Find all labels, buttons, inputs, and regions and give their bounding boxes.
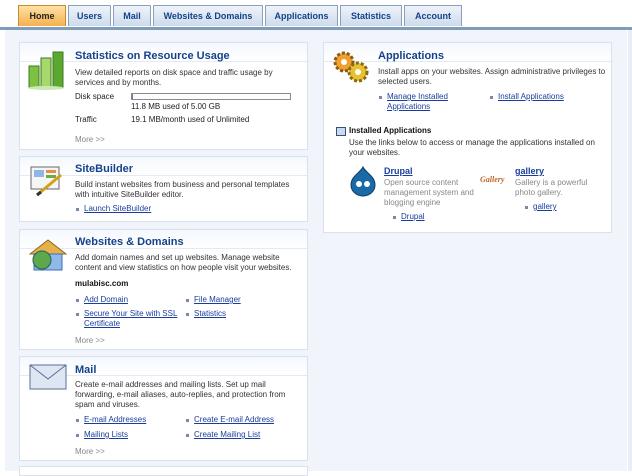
sitebuilder-icon [30, 166, 62, 197]
installed-applications-heading: Installed Applications [349, 126, 432, 135]
bullet-icon [186, 434, 189, 437]
statistics-description: View detailed reports on disk space and … [75, 68, 273, 87]
next-card-stub [19, 466, 308, 476]
statistics-more-link[interactable]: More >> [75, 135, 105, 144]
tab-websites-domains[interactable]: Websites & Domains [153, 5, 263, 26]
mail-more-link[interactable]: More >> [75, 447, 105, 456]
websites-domains-title: Websites & Domains [75, 236, 184, 248]
statistics-link[interactable]: Statistics [194, 309, 226, 319]
tab-applications[interactable]: Applications [265, 5, 338, 26]
tab-mail[interactable]: Mail [113, 5, 151, 26]
tab-statistics[interactable]: Statistics [340, 5, 402, 26]
mailing-lists-link[interactable]: Mailing Lists [84, 430, 128, 440]
installed-apps-icon [336, 127, 346, 136]
bullet-icon [76, 208, 79, 211]
applications-gears-icon [333, 51, 369, 83]
drupal-logo-icon [350, 165, 376, 197]
disk-space-value: 11.8 MB used of 5.00 GB [131, 102, 221, 111]
manage-installed-applications-link[interactable]: Manage Installed Applications [387, 92, 457, 112]
drupal-app-name-link[interactable]: Drupal [384, 166, 413, 176]
tab-account[interactable]: Account [404, 5, 462, 26]
disk-usage-progress-bar [131, 93, 291, 100]
bullet-icon [393, 216, 396, 219]
page-scrollbar[interactable] [628, 30, 632, 471]
file-manager-link[interactable]: File Manager [194, 295, 241, 305]
email-addresses-link[interactable]: E-mail Addresses [84, 415, 146, 425]
websites-domains-description: Add domain names and set up websites. Ma… [75, 253, 292, 272]
disk-space-label: Disk space [75, 92, 115, 101]
bullet-icon [76, 299, 79, 302]
bullet-icon [186, 313, 189, 316]
gallery-logo-icon: Gallery [480, 175, 505, 184]
create-mailing-list-link[interactable]: Create Mailing List [194, 430, 260, 440]
create-email-address-link[interactable]: Create E-mail Address [194, 415, 274, 425]
sitebuilder-title: SiteBuilder [75, 163, 134, 175]
tab-users[interactable]: Users [68, 5, 111, 26]
top-tab-bar: Home Users Mail Websites & Domains Appli… [0, 0, 632, 30]
gallery-description: Gallery is a powerful photo gallery. [515, 178, 588, 197]
domain-name: mulabisc.com [75, 279, 129, 288]
add-domain-link[interactable]: Add Domain [84, 295, 128, 305]
secure-site-ssl-link[interactable]: Secure Your Site with SSL Certificate [84, 309, 180, 329]
bullet-icon [76, 313, 79, 316]
gallery-link[interactable]: gallery [533, 202, 557, 212]
traffic-label: Traffic [75, 115, 97, 124]
applications-description: Install apps on your websites. Assign ad… [378, 67, 606, 86]
gallery-app-name-link[interactable]: gallery [515, 166, 544, 176]
envelope-icon [29, 364, 67, 390]
disk-usage-fill [132, 94, 133, 99]
bullet-icon [76, 419, 79, 422]
installed-applications-description: Use the links below to access or manage … [349, 138, 595, 157]
bullet-icon [379, 96, 382, 99]
websites-more-link[interactable]: More >> [75, 336, 105, 345]
websites-globe-icon [28, 239, 68, 271]
traffic-value: 19.1 MB/month used of Unlimited [131, 115, 250, 124]
install-applications-link[interactable]: Install Applications [498, 92, 564, 102]
bullet-icon [490, 96, 493, 99]
tab-home[interactable]: Home [18, 5, 66, 26]
bullet-icon [76, 434, 79, 437]
launch-sitebuilder-link[interactable]: Launch SiteBuilder [84, 204, 151, 214]
drupal-link[interactable]: Drupal [401, 212, 425, 222]
sitebuilder-description: Build instant websites from business and… [75, 180, 290, 199]
bullet-icon [186, 419, 189, 422]
drupal-description: Open source content management system an… [384, 178, 474, 207]
statistics-chart-icon [28, 51, 64, 90]
statistics-title: Statistics on Resource Usage [75, 50, 230, 62]
mail-description: Create e-mail addresses and mailing list… [75, 380, 286, 409]
mail-title: Mail [75, 364, 97, 376]
applications-title: Applications [378, 50, 445, 62]
bullet-icon [525, 206, 528, 209]
bullet-icon [186, 299, 189, 302]
